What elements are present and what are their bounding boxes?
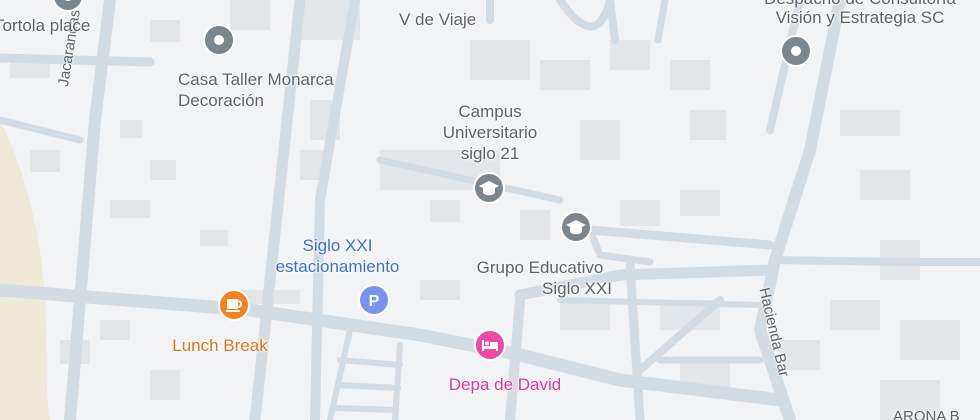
pin-icon[interactable] <box>778 33 814 69</box>
parking-icon[interactable]: P <box>356 282 392 318</box>
parking-glyph: P <box>369 293 380 310</box>
place-label-despacho-line2[interactable]: Visión y Estrategia SC <box>740 7 980 28</box>
school-icon[interactable] <box>471 170 507 206</box>
place-label-viaje[interactable]: V de Viaje <box>399 9 476 30</box>
pin-icon[interactable] <box>50 0 86 14</box>
hotel-icon[interactable] <box>472 327 508 363</box>
place-label-estacionamiento-line2[interactable]: estacionamiento <box>250 256 425 277</box>
place-label-depa-de-david[interactable]: Depa de David <box>420 374 590 395</box>
place-label-arona: ARONA B <box>893 408 960 420</box>
school-icon[interactable] <box>558 209 594 245</box>
place-label-casa-taller-line1[interactable]: Casa Taller Monarca <box>178 69 334 90</box>
map-canvas[interactable]: Jacarandas Hacienda Bar Tortola place V … <box>0 0 980 420</box>
place-label-grupo-line2[interactable]: Siglo XXI <box>477 278 677 299</box>
cafe-icon[interactable] <box>216 287 252 323</box>
place-label-campus-line1[interactable]: Campus <box>410 101 570 122</box>
place-label-grupo-line1[interactable]: Grupo Educativo <box>440 257 640 278</box>
place-label-estacionamiento-line1[interactable]: Siglo XXI <box>250 235 425 256</box>
place-label-campus-line3[interactable]: siglo 21 <box>410 143 570 164</box>
place-label-casa-taller-line2[interactable]: Decoración <box>178 90 264 111</box>
place-label-campus-line2[interactable]: Universitario <box>410 122 570 143</box>
place-label-tortola[interactable]: Tortola place <box>0 15 90 36</box>
place-label-lunch-break[interactable]: Lunch Break <box>150 335 290 356</box>
pin-icon[interactable] <box>201 22 237 58</box>
